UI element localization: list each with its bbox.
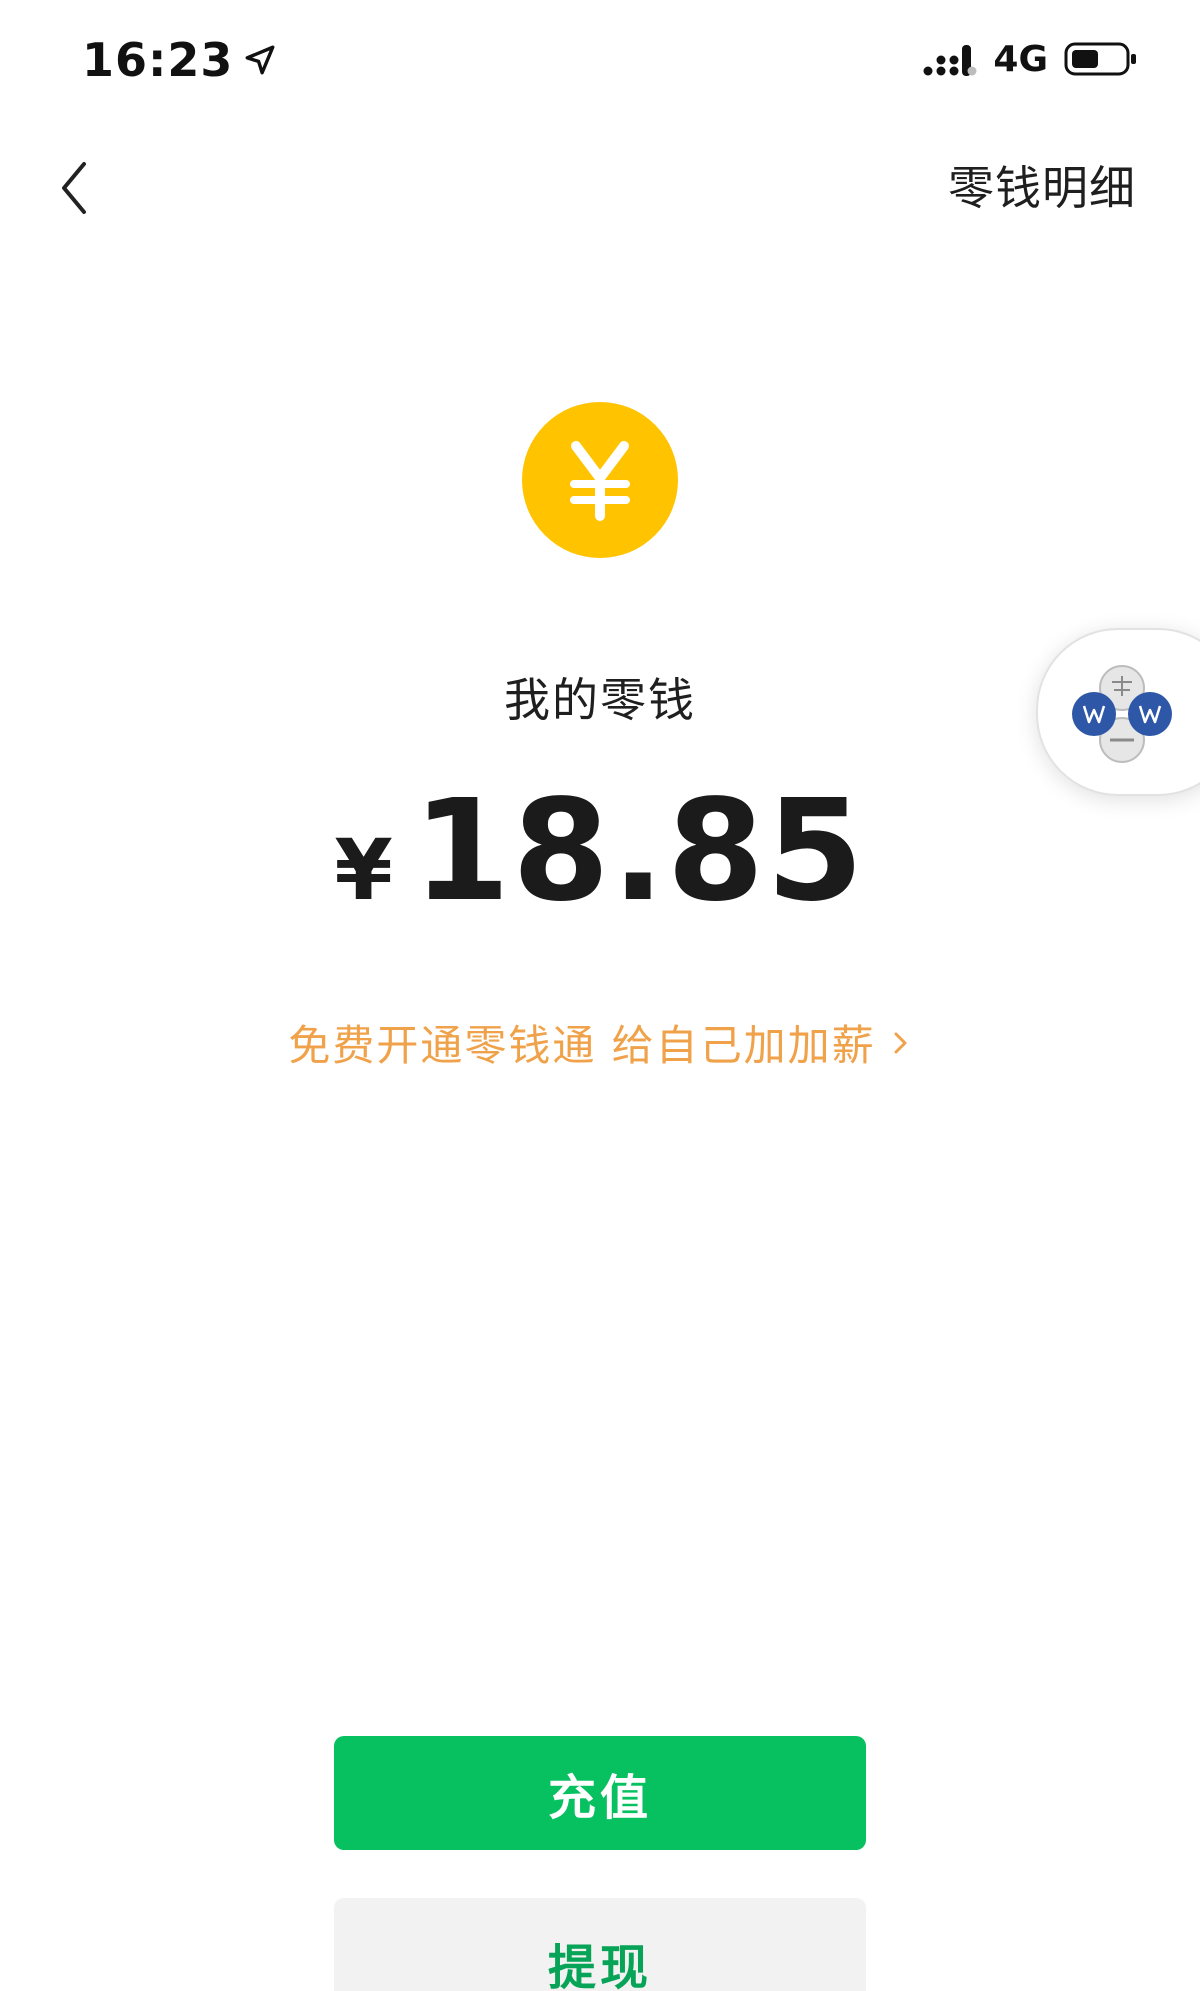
change-details-link[interactable]: 零钱明细 [948,152,1136,218]
battery-icon [1064,42,1136,76]
chevron-left-icon [62,162,86,214]
wallet-change-screen: 16:23 4G 零钱明细 我的零钱 ¥ 18.85 免费开通零钱通 给自己加加… [0,0,1200,1991]
status-bar-indicators: 4G [923,34,1138,84]
promo-text: 免费开通零钱通 给自己加加薪 [288,1021,876,1070]
yuan-coin-icon [522,402,678,558]
balance-title: 我的零钱 [504,673,696,727]
location-arrow-icon [245,45,275,75]
signal-icon [923,45,977,76]
topup-button[interactable]: 充值 [334,1736,866,1850]
status-bar-time: 16:23 [82,30,277,90]
yuan-symbol-icon [570,441,630,521]
back-button[interactable] [44,148,104,228]
currency-symbol: ¥ [334,821,393,919]
chevron-right-icon [894,1032,907,1053]
balance-value: 18.85 [412,770,866,933]
withdraw-button[interactable]: 提现 [334,1898,866,1991]
status-time-text: 16:23 [82,33,234,87]
floating-widget-logo-icon [1070,660,1174,764]
balance-amount: ¥ 18.85 [0,770,1200,933]
promo-link[interactable]: 免费开通零钱通 给自己加加薪 [0,1012,1200,1073]
network-type: 4G [993,38,1048,80]
floating-widget[interactable] [1036,628,1200,796]
